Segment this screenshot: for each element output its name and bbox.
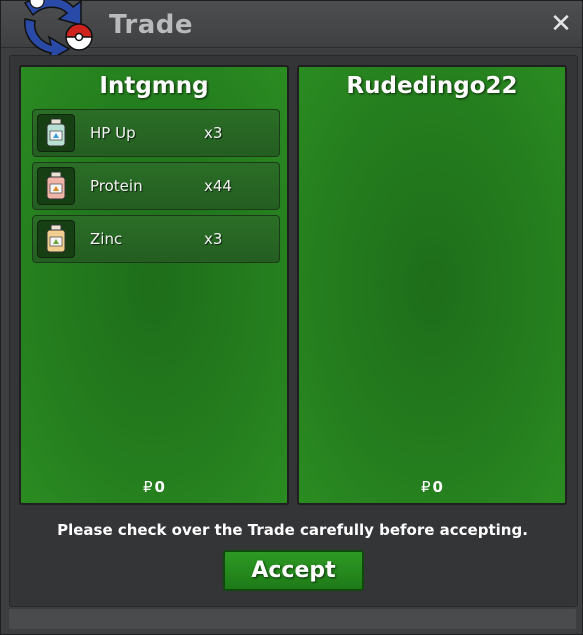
left-trade-panel: Intgmng HP Up x3 Protein x44 Zinc x3 ₽ 0: [19, 65, 289, 505]
right-trade-panel: Rudedingo22 ₽0: [297, 65, 567, 505]
item-quantity: x44: [204, 177, 232, 195]
item-quantity: x3: [204, 124, 223, 142]
trade-item-row[interactable]: Zinc x3: [32, 215, 280, 263]
right-trader-name: Rudedingo22: [346, 73, 518, 99]
trade-item-row[interactable]: Protein x44: [32, 162, 280, 210]
bottom-bar: [9, 609, 576, 629]
pokedollar-icon: ₽: [143, 478, 153, 496]
left-money: ₽0: [21, 478, 287, 496]
trade-notice: Please check over the Trade carefully be…: [57, 521, 528, 539]
item-name: HP Up: [90, 124, 136, 142]
trade-arrows-icon: [23, 0, 93, 61]
pokedollar-icon: ₽: [421, 478, 431, 496]
left-money-amount: 0: [154, 478, 165, 496]
left-trader-name: Intgmng: [99, 73, 209, 99]
hp-up-bottle-icon: [37, 114, 75, 152]
title-bar[interactable]: Trade ✕: [1, 0, 582, 61]
window-title: Trade: [109, 10, 193, 40]
protein-bottle-icon: [37, 167, 75, 205]
trade-window: Trade ✕ Intgmng HP Up x3 Protein x44 Zin…: [0, 0, 583, 635]
close-button[interactable]: ✕: [548, 11, 574, 37]
item-name: Zinc: [90, 230, 123, 248]
right-money-amount: 0: [432, 478, 443, 496]
right-money: ₽0: [299, 478, 565, 496]
accept-button[interactable]: Accept: [223, 550, 364, 591]
zinc-bottle-icon: [37, 220, 75, 258]
item-quantity: x3: [204, 230, 223, 248]
trade-item-row[interactable]: HP Up x3: [32, 109, 280, 157]
item-name: Protein: [90, 177, 143, 195]
left-item-list: HP Up x3 Protein x44 Zinc x3: [32, 109, 280, 268]
